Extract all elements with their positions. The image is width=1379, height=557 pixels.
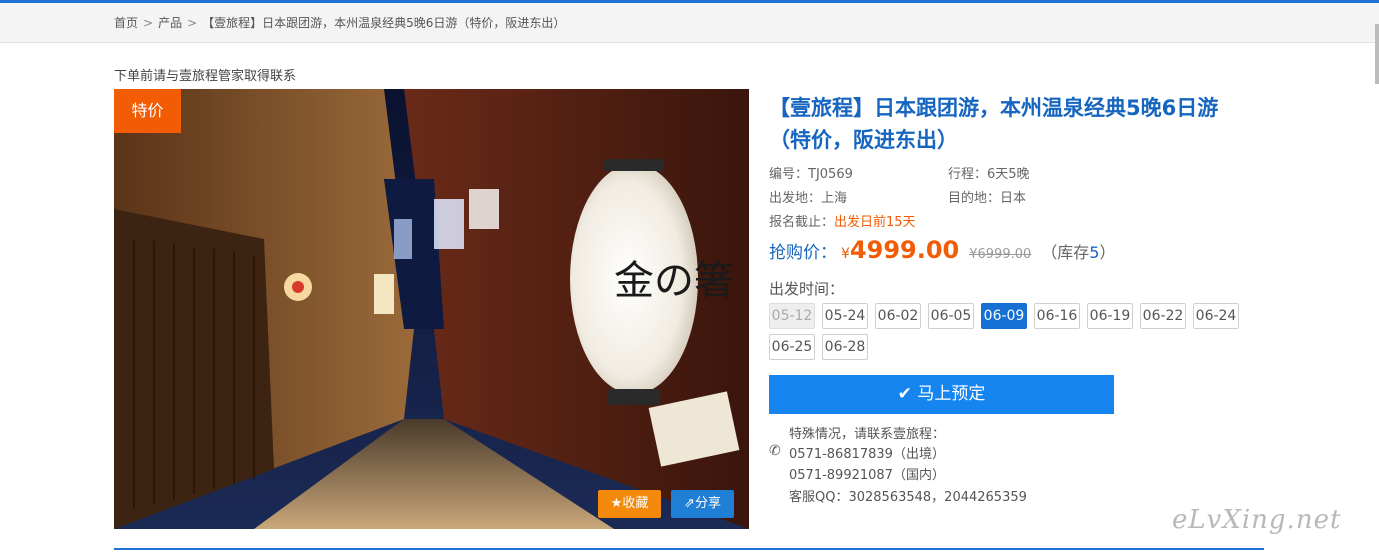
breadcrumb: 首页 > 产品 > 【壹旅程】日本跟团游，本州温泉经典5晚6日游（特价，阪进东出） [114, 14, 565, 31]
deadline-label: 报名截止： [769, 215, 835, 230]
departure-date-option[interactable]: 06-05 [928, 303, 974, 329]
product-code: 编号：TJ0569 [769, 163, 853, 182]
price-currency: ¥ [841, 246, 850, 262]
product-code-label: 编号： [769, 167, 809, 182]
book-now-label: 马上预定 [917, 384, 986, 404]
share-icon: ⇗ [684, 496, 695, 511]
trip-label: 行程： [948, 167, 988, 182]
product-title-line2: （特价，阪进东出） [769, 128, 958, 152]
departure-date-option[interactable]: 06-09 [981, 303, 1027, 329]
departure-date-option[interactable]: 05-24 [822, 303, 868, 329]
breadcrumb-home[interactable]: 首页 [114, 16, 138, 30]
departure-city-value: 上海 [821, 191, 848, 206]
current-price: 4999.00 [849, 236, 960, 264]
contact-phone-outbound: 0571-86817839（出境） [789, 447, 945, 462]
departure-date-option[interactable]: 06-25 [769, 334, 815, 360]
booking-note: 下单前请与壹旅程管家取得联系 [114, 69, 297, 84]
product-title-line1: 【壹旅程】日本跟团游，本州温泉经典5晚6日游 [769, 96, 1219, 120]
breadcrumb-bar: 首页 > 产品 > 【壹旅程】日本跟团游，本州温泉经典5晚6日游（特价，阪进东出） [0, 3, 1379, 43]
departure-date-option[interactable]: 06-19 [1087, 303, 1133, 329]
scrollbar-thumb[interactable] [1375, 24, 1379, 84]
destination-value: 日本 [1000, 191, 1027, 206]
breadcrumb-products[interactable]: 产品 [158, 16, 182, 30]
contact-intro: 特殊情况，请联系壹旅程： [789, 427, 946, 442]
breadcrumb-current: 【壹旅程】日本跟团游，本州温泉经典5晚6日游（特价，阪进东出） [202, 16, 566, 30]
bottom-divider [114, 548, 1264, 550]
departure-city-label: 出发地： [769, 191, 822, 206]
share-button[interactable]: ⇗分享 [671, 490, 734, 518]
favorite-label: 收藏 [622, 496, 649, 511]
product-code-value: TJ0569 [808, 167, 853, 182]
departure-date-option[interactable]: 06-02 [875, 303, 921, 329]
departure-date-option[interactable]: 06-22 [1140, 303, 1186, 329]
trip-length: 行程：6天5晚 [948, 163, 1030, 182]
special-offer-badge: 特价 [114, 89, 181, 133]
lantern-text: 金の箸 [614, 258, 734, 304]
stock-open: （库存 [1041, 243, 1090, 262]
product-photo: 金の箸 特价 ★收藏 ⇗分享 [114, 89, 749, 529]
departure-date-option[interactable]: 06-24 [1193, 303, 1239, 329]
deadline-value: 出发日前15天 [834, 215, 916, 230]
trip-value: 6天5晚 [987, 167, 1030, 182]
phone-icon: ✆ [769, 443, 781, 459]
product-title: 【壹旅程】日本跟团游，本州温泉经典5晚6日游 （特价，阪进东出） [769, 92, 1259, 156]
departure-date-option[interactable]: 06-16 [1034, 303, 1080, 329]
stock-info: （库存5） [1041, 243, 1115, 262]
site-watermark: eLvXing.net [1172, 505, 1342, 535]
stock-close: ） [1099, 243, 1116, 262]
departure-date-option[interactable]: 06-28 [822, 334, 868, 360]
price-row: 抢购价： ¥4999.00 ¥6999.00 （库存5） [769, 236, 1115, 264]
departure-city: 出发地：上海 [769, 187, 847, 206]
favorite-button[interactable]: ★收藏 [598, 490, 661, 518]
book-now-button[interactable]: ✔ 马上预定 [769, 375, 1114, 414]
contact-qq: 客服QQ：3028563548，2044265359 [789, 490, 1027, 505]
stock-count: 5 [1089, 243, 1100, 262]
share-label: 分享 [694, 496, 721, 511]
departure-date-option: 05-12 [769, 303, 815, 329]
departure-time-label: 出发时间： [769, 280, 845, 298]
destination-label: 目的地： [948, 191, 1001, 206]
signup-deadline: 报名截止：出发日前15天 [769, 211, 916, 230]
alley-illustration: 金の箸 [114, 89, 749, 529]
star-icon: ★ [610, 496, 623, 511]
checkmark-icon: ✔ [897, 384, 912, 404]
price-label: 抢购价： [769, 243, 837, 263]
chevron-right-icon: > [187, 16, 198, 30]
chevron-right-icon: > [143, 16, 154, 30]
original-price: ¥6999.00 [969, 247, 1032, 262]
destination: 目的地：日本 [948, 187, 1026, 206]
contact-phone-domestic: 0571-89921087（国内） [789, 468, 945, 483]
